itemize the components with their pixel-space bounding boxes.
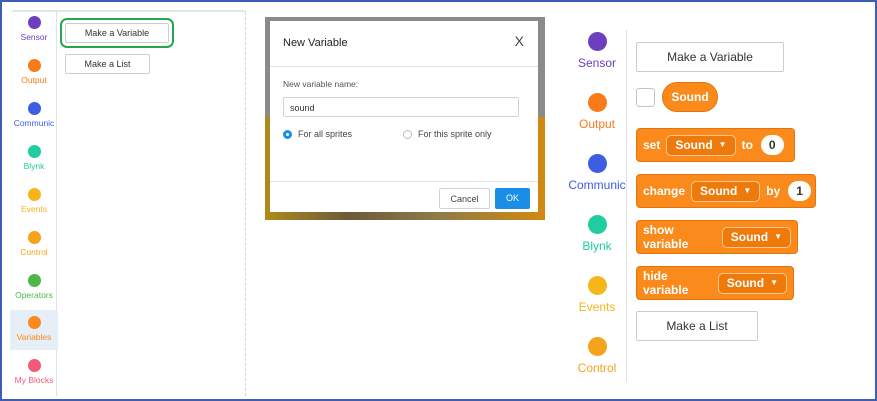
category-label: Sensor	[20, 32, 48, 42]
variable-name-input[interactable]: sound	[283, 97, 519, 117]
category-label: Output	[578, 117, 616, 131]
right-category-control[interactable]: Control	[565, 337, 629, 375]
radio-this-sprite[interactable]: For this sprite only	[403, 129, 492, 139]
blynk-dot-icon	[27, 145, 41, 158]
dropdown-arrow-icon: ▼	[743, 186, 752, 195]
variable-name-label: New variable name:	[283, 79, 359, 89]
variable-reporter-block[interactable]: Sound	[662, 82, 718, 112]
variable-visibility-checkbox[interactable]	[636, 88, 655, 107]
operators-dot-icon	[27, 274, 41, 287]
control-dot-icon	[587, 337, 607, 356]
dialog-footer-divider	[270, 181, 538, 182]
category-label: Control	[577, 361, 617, 375]
blynk-dot-icon	[587, 215, 607, 234]
sensor-dot-icon	[587, 32, 607, 51]
output-dot-icon	[587, 93, 607, 112]
block-text: show variable	[643, 223, 689, 251]
variable-dropdown[interactable]: Sound ▼	[666, 134, 736, 156]
category-label: Events	[21, 204, 47, 214]
make-list-button-large[interactable]: Make a List	[636, 311, 758, 341]
right-category-events[interactable]: Events	[565, 276, 629, 314]
my-blocks-dot-icon	[27, 359, 41, 372]
sensor-dot-icon	[27, 16, 41, 29]
dropdown-label: Sound	[730, 230, 769, 244]
variable-dropdown[interactable]: Sound ▼	[691, 180, 761, 202]
left-category-output[interactable]: Output	[10, 59, 58, 85]
radio-all-sprites[interactable]: For all sprites	[283, 129, 352, 139]
hide-variable-block[interactable]: hide variable Sound ▼	[636, 266, 794, 300]
right-category-blynk[interactable]: Blynk	[565, 215, 629, 253]
events-dot-icon	[587, 276, 607, 295]
category-label: Communic	[13, 118, 55, 128]
left-category-control[interactable]: Control	[10, 231, 58, 257]
radio-selected-icon	[283, 129, 292, 139]
category-label: My Blocks	[14, 375, 54, 385]
block-text: hide variable	[643, 269, 689, 297]
make-variable-button[interactable]: Make a Variable	[60, 18, 174, 48]
dropdown-arrow-icon: ▼	[770, 278, 778, 287]
category-label: Communic	[568, 178, 626, 192]
category-label: Variables	[16, 332, 52, 342]
left-category-list: Sensor Output Communic Blynk Events Cont…	[10, 12, 58, 396]
radio-unselected-icon	[403, 129, 412, 139]
close-icon[interactable]: X	[515, 33, 524, 49]
communication-dot-icon	[587, 154, 607, 173]
category-label: Output	[21, 75, 47, 85]
left-category-sensor[interactable]: Sensor	[10, 16, 58, 42]
left-category-my-blocks[interactable]: My Blocks	[10, 359, 58, 385]
new-variable-dialog: New Variable X New variable name: sound …	[270, 21, 538, 212]
make-list-button[interactable]: Make a List	[65, 54, 150, 74]
dialog-divider	[270, 66, 538, 67]
dialog-backdrop: New Variable X New variable name: sound …	[265, 17, 545, 220]
left-category-operators[interactable]: Operators	[10, 274, 58, 300]
right-category-communication[interactable]: Communic	[565, 154, 629, 192]
radio-label: For this sprite only	[418, 129, 492, 139]
dialog-title: New Variable	[283, 37, 348, 49]
ok-button[interactable]: OK	[495, 188, 530, 209]
category-label: Blynk	[582, 239, 612, 253]
make-variable-button-large[interactable]: Make a Variable	[636, 42, 784, 72]
right-category-list: Sensor Output Communic Blynk Events Cont…	[568, 30, 627, 382]
category-label: Events	[578, 300, 616, 314]
block-text: change	[643, 184, 686, 198]
block-text: by	[766, 184, 781, 198]
left-category-events[interactable]: Events	[10, 188, 58, 214]
dropdown-label: Sound	[700, 184, 738, 198]
dropdown-label: Sound	[726, 276, 765, 290]
category-label: Blynk	[23, 161, 45, 171]
dropdown-arrow-icon: ▼	[774, 232, 782, 241]
category-label: Operators	[15, 290, 53, 300]
radio-label: For all sprites	[298, 129, 353, 139]
left-category-communication[interactable]: Communic	[10, 102, 58, 128]
variable-dropdown[interactable]: Sound ▼	[717, 272, 787, 294]
block-text: to	[741, 138, 753, 152]
set-variable-block[interactable]: set Sound ▼ to 0	[636, 128, 795, 162]
dropdown-arrow-icon: ▼	[718, 140, 727, 149]
dropdown-label: Sound	[675, 138, 713, 152]
change-variable-block[interactable]: change Sound ▼ by 1	[636, 174, 816, 208]
output-dot-icon	[27, 59, 41, 72]
variable-dropdown[interactable]: Sound ▼	[721, 226, 791, 248]
control-dot-icon	[27, 231, 41, 244]
left-category-blynk[interactable]: Blynk	[10, 145, 58, 171]
value-input[interactable]: 1	[788, 181, 811, 201]
cancel-button[interactable]: Cancel	[439, 188, 490, 209]
value-input[interactable]: 0	[760, 135, 784, 155]
right-category-output[interactable]: Output	[565, 93, 629, 131]
block-text: set	[643, 138, 661, 152]
communication-dot-icon	[27, 102, 41, 115]
events-dot-icon	[27, 188, 41, 201]
show-variable-block[interactable]: show variable Sound ▼	[636, 220, 798, 254]
left-category-variables[interactable]: Variables	[10, 310, 58, 350]
right-category-sensor[interactable]: Sensor	[565, 32, 629, 70]
left-blocks-panel: Sensor Output Communic Blynk Events Cont…	[10, 10, 246, 396]
category-label: Control	[20, 247, 48, 257]
category-label: Sensor	[577, 56, 617, 70]
variables-dot-icon	[27, 316, 41, 329]
left-block-palette: Make a Variable Make a List	[57, 12, 246, 396]
